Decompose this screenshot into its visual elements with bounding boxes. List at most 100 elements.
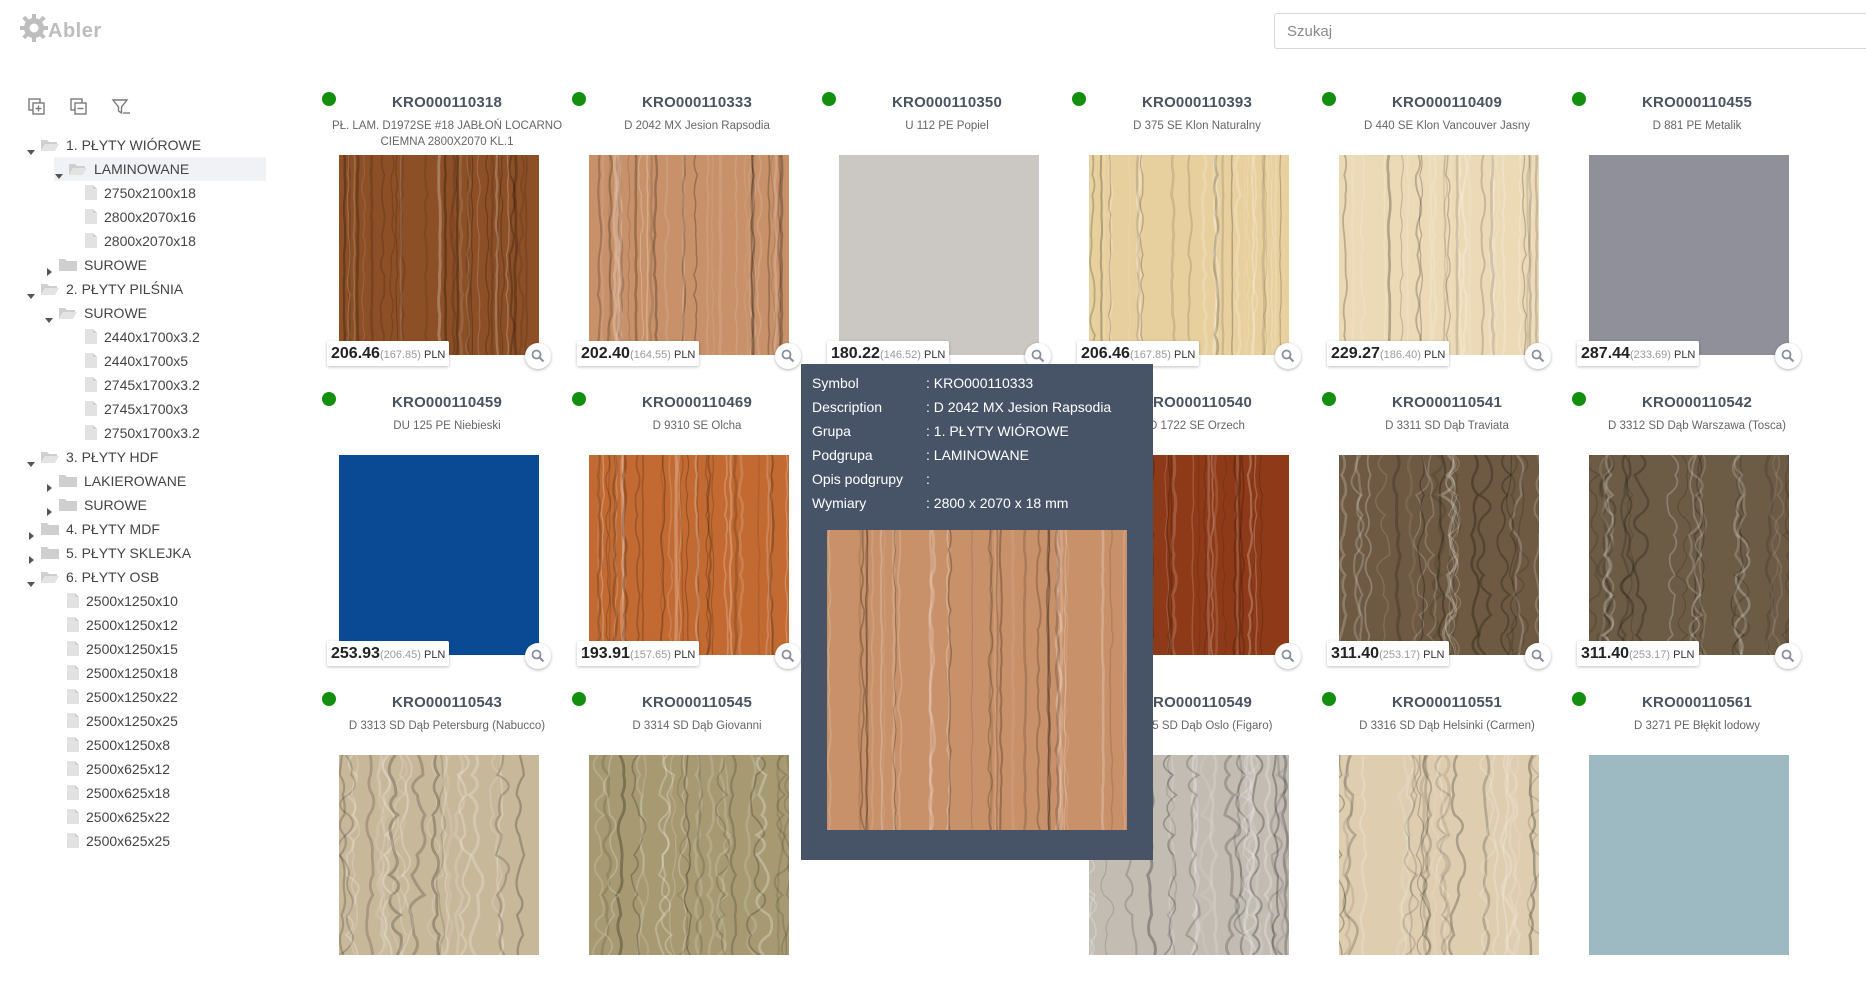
product-image[interactable] [589,454,789,656]
product-description: D 3271 PE Błękit lodowy [1634,720,1760,732]
product-card[interactable]: KRO000110469 D 9310 SE Olcha 193.91(157.65… [572,392,822,692]
caret-down-icon[interactable] [44,308,54,323]
caret-right-icon[interactable] [44,500,54,516]
tree-node[interactable]: 2500x625x12 [26,757,308,781]
tree-node-label: 2500x625x12 [86,761,171,777]
caret-down-icon[interactable] [26,140,36,155]
product-card[interactable]: KRO000110409 D 440 SE Klon Vancouver Jasn… [1322,92,1572,392]
product-image[interactable] [1088,154,1289,356]
tree-node[interactable]: 2500x1250x22 [26,685,308,709]
product-image[interactable] [1337,453,1542,657]
caret-right-icon[interactable] [26,524,36,540]
zoom-icon[interactable] [1525,343,1551,369]
product-image[interactable] [589,754,794,957]
zoom-icon[interactable] [525,343,551,369]
tree-node[interactable]: 2500x1250x12 [26,613,308,637]
tree-node[interactable]: 2745x1700x3.2 [26,373,308,397]
tooltip-key: Podgrupa [812,447,873,463]
product-image[interactable] [589,154,789,356]
product-card[interactable]: KRO000110455 D 881 PE Metalik 287.44(233.6… [1572,92,1822,392]
tree-node[interactable]: 4. PŁYTY MDF [26,517,308,541]
product-symbol: KRO000110455 [1642,94,1752,111]
product-image[interactable] [1589,155,1789,355]
tree-node[interactable]: 2500x1250x25 [26,709,308,733]
tree-node[interactable]: SUROWE [26,301,308,325]
caret-right-icon[interactable] [44,260,54,276]
caret-right-icon[interactable] [44,476,54,492]
tree-node[interactable]: 2500x1250x15 [26,637,308,661]
price-net: (167.85) [1129,349,1171,361]
product-card[interactable]: KRO000110542 D 3312 SD Dąb Warszawa (Tosc… [1572,392,1822,692]
price-gross: 206.46 [331,345,380,362]
zoom-icon[interactable] [525,643,551,669]
tree-node[interactable]: 2500x625x18 [26,781,308,805]
tree-node[interactable]: 6. PŁYTY OSB [26,565,308,589]
caret-down-icon[interactable] [54,164,64,179]
zoom-icon[interactable] [1775,643,1801,669]
tree-node[interactable]: 2500x1250x8 [26,733,308,757]
product-card[interactable]: KRO000110459 DU 125 PE Niebieski 253.93(20… [322,392,572,692]
search-input[interactable] [1274,13,1866,49]
product-image[interactable] [839,155,1039,355]
tree-node-label: SUROWE [84,497,147,513]
zoom-icon[interactable] [775,643,801,669]
tree-node[interactable]: 2. PŁYTY PILŚNIA [26,277,308,301]
product-image[interactable] [1332,754,1548,957]
zoom-icon[interactable] [1275,643,1301,669]
price-gross: 193.91 [581,645,630,662]
zoom-icon[interactable] [1275,343,1301,369]
tree-node[interactable]: 3. PŁYTY HDF [26,445,308,469]
product-card[interactable]: KRO000110318 PŁ. LAM. D1972SE #18 JABŁOŃ … [322,92,572,392]
tree-node[interactable]: SUROWE [26,253,308,277]
product-image[interactable] [1589,755,1789,955]
product-card[interactable]: KRO000110350 U 112 PE Popiel 180.22(146.52… [822,92,1072,392]
tree-node[interactable]: 2500x1250x10 [26,589,308,613]
product-card[interactable]: KRO000110543 D 3313 SD Dąb Petersburg (Na… [322,692,572,992]
product-card[interactable]: KRO000110393 D 375 SE Klon Naturalny 206.4… [1072,92,1322,392]
tooltip-key: Wymiary [812,495,867,511]
product-symbol: KRO000110543 [392,694,502,711]
tree-node[interactable]: 2750x2100x18 [26,181,308,205]
zoom-icon[interactable] [1525,643,1551,669]
tree-node[interactable]: 2750x1700x3.2 [26,421,308,445]
tree-node[interactable]: 2800x2070x18 [26,229,308,253]
tree-node[interactable]: 2500x1250x18 [26,661,308,685]
product-image[interactable] [336,754,539,956]
tree-node[interactable]: 2500x625x22 [26,805,308,829]
product-image[interactable] [339,154,539,356]
price-gross: 180.22 [831,345,880,362]
tree-node[interactable]: 2745x1700x3 [26,397,308,421]
collapse-all-icon[interactable] [68,96,90,118]
product-card[interactable]: KRO000110551 D 3316 SD Dąb Helsinki (Carm… [1322,692,1572,992]
tree-node[interactable]: 5. PŁYTY SKLEJKA [26,541,308,565]
product-card[interactable]: KRO000110333 D 2042 MX Jesion Rapsodia 202… [572,92,822,392]
tree-node-label: 2440x1700x3.2 [104,329,200,345]
price-gross: 311.40 [1331,645,1380,662]
product-card[interactable]: KRO000110545 D 3314 SD Dąb Giovanni [572,692,822,992]
caret-right-icon[interactable] [26,548,36,564]
zoom-icon[interactable] [1775,343,1801,369]
tree-node[interactable]: LAKIEROWANE [26,469,308,493]
product-image[interactable] [339,455,539,655]
tree-node[interactable]: 2800x2070x16 [26,205,308,229]
tree-node[interactable]: LAMINOWANE [54,157,266,181]
price-net: (253.17) [1629,649,1671,661]
tree-node[interactable]: 2500x625x25 [26,829,308,853]
expand-all-icon[interactable] [26,96,48,118]
product-card[interactable]: KRO000110561 D 3271 PE Błękit lodowy [1572,692,1822,992]
product-symbol: KRO000110333 [642,94,752,111]
caret-down-icon[interactable] [26,452,36,467]
tree-node[interactable]: 2440x1700x3.2 [26,325,308,349]
tooltip-key: Description [812,399,883,415]
product-image[interactable] [1583,453,1798,656]
caret-down-icon[interactable] [26,572,36,587]
tree-node[interactable]: SUROWE [26,493,308,517]
zoom-icon[interactable] [775,343,801,369]
product-card[interactable]: KRO000110541 D 3311 SD Dąb Traviata 311.40… [1322,392,1572,692]
clear-filter-icon[interactable] [110,96,132,118]
product-symbol: KRO000110409 [1392,94,1502,111]
product-image[interactable] [1339,154,1539,356]
tree-node[interactable]: 1. PŁYTY WIÓROWE [26,133,308,157]
caret-down-icon[interactable] [26,284,36,299]
tree-node[interactable]: 2440x1700x5 [26,349,308,373]
